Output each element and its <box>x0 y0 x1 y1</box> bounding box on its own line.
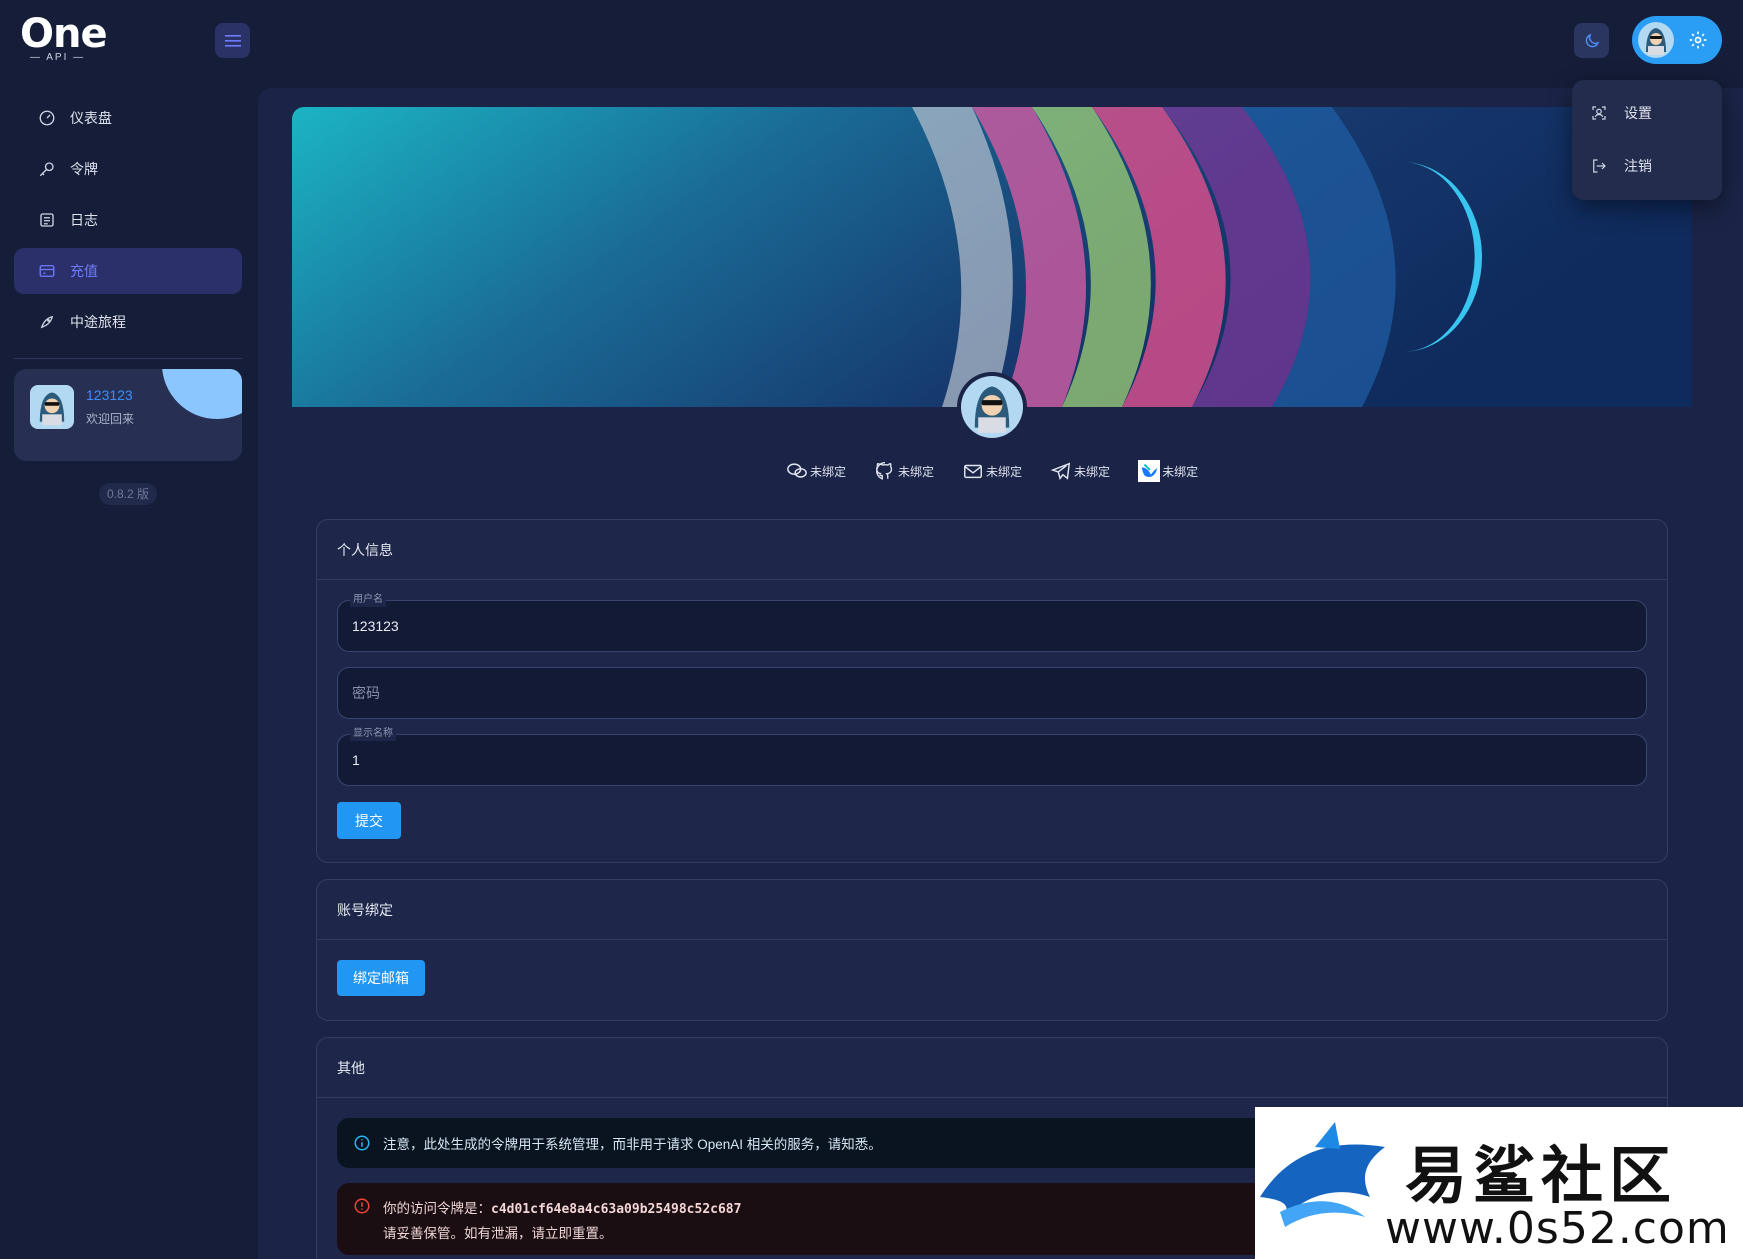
shark-logo <box>1260 1122 1385 1227</box>
watermark-name: 易鲨社区 <box>1405 1139 1678 1212</box>
account-binding-card: 账号绑定 绑定邮箱 <box>316 879 1668 1021</box>
binding-label: 未绑定 <box>1074 464 1111 479</box>
profile-menu-button[interactable] <box>1632 16 1722 64</box>
binding-label: 未绑定 <box>986 464 1023 479</box>
bind-email-button[interactable]: 绑定邮箱 <box>337 960 425 996</box>
hamburger-icon <box>224 34 241 47</box>
card-title: 其他 <box>317 1038 1667 1098</box>
log-icon <box>40 213 54 227</box>
email-binding[interactable]: 未绑定 <box>962 459 1022 483</box>
telegram-binding[interactable]: 未绑定 <box>1050 459 1110 483</box>
watermark: 易鲨社区 www.0s52.com <box>1255 1107 1743 1259</box>
user-card[interactable]: 123123 欢迎回来 <box>14 369 242 461</box>
watermark-url: www.0s52.com <box>1385 1203 1730 1254</box>
access-token[interactable]: c4d01cf64e8a4c63a09b25498c52c687 <box>491 1202 741 1217</box>
sidebar-item-label: 令牌 <box>70 161 98 177</box>
wechat-binding[interactable]: 未绑定 <box>786 459 846 483</box>
user-settings-icon <box>1592 106 1606 120</box>
error-icon <box>354 1198 370 1214</box>
username-field[interactable]: 用户名 <box>337 593 1647 652</box>
token-prefix: 你的访问令牌是： <box>383 1201 491 1216</box>
rocket-icon <box>40 315 54 329</box>
password-input[interactable] <box>338 668 1646 718</box>
profile-banner <box>292 107 1692 407</box>
menu-item-settings[interactable]: 设置 <box>1590 103 1652 123</box>
sidebar-item-label: 日志 <box>70 212 98 228</box>
app-logo[interactable]: One — API — <box>20 14 110 66</box>
moon-icon <box>1585 33 1599 47</box>
telegram-icon <box>1050 462 1071 480</box>
sidebar-divider <box>14 358 242 359</box>
sidebar-item-midjourney[interactable]: 中途旅程 <box>14 299 242 345</box>
binding-label: 未绑定 <box>1162 464 1199 479</box>
display-name-field[interactable]: 显示名称 <box>337 727 1647 786</box>
logo-text: One <box>20 11 108 57</box>
credit-card-icon <box>39 265 55 277</box>
gear-icon <box>1689 31 1707 49</box>
user-name: 123123 <box>86 387 133 403</box>
profile-avatar <box>957 372 1027 442</box>
info-text: 注意，此处生成的令牌用于系统管理，而非用于请求 OpenAI 相关的服务，请知悉… <box>383 1137 882 1152</box>
profile-dropdown: 设置 注销 <box>1572 80 1722 200</box>
menu-item-label: 注销 <box>1624 158 1652 174</box>
wechat-icon <box>787 463 807 478</box>
sidebar: 仪表盘 令牌 日志 充值 中途旅程 123123 欢迎回来 0.8.2 版 <box>0 88 258 1259</box>
dashboard-icon <box>39 110 55 126</box>
username-label: 用户名 <box>350 593 386 607</box>
github-binding[interactable]: 未绑定 <box>874 459 934 483</box>
logout-icon <box>1593 159 1606 173</box>
menu-toggle-button[interactable] <box>215 23 250 58</box>
menu-item-label: 设置 <box>1624 105 1652 121</box>
display-name-label: 显示名称 <box>350 727 396 741</box>
sidebar-item-label: 中途旅程 <box>70 314 126 330</box>
lark-icon <box>1138 460 1161 482</box>
menu-item-logout[interactable]: 注销 <box>1590 156 1652 176</box>
binding-status-row: 未绑定 未绑定 未绑定 未绑定 未绑定 <box>786 459 1198 483</box>
card-title: 账号绑定 <box>317 880 1667 940</box>
sidebar-item-label: 仪表盘 <box>70 110 112 126</box>
password-field[interactable] <box>337 667 1647 719</box>
version-badge: 0.8.2 版 <box>99 483 157 505</box>
display-name-input[interactable] <box>338 735 1646 785</box>
username-input[interactable] <box>338 601 1646 651</box>
sidebar-item-label: 充值 <box>70 263 98 279</box>
token-warning: 请妥善保管。如有泄漏，请立即重置。 <box>383 1226 613 1241</box>
binding-label: 未绑定 <box>898 464 935 479</box>
welcome-text: 欢迎回来 <box>86 412 135 426</box>
top-bar: One — API — <box>0 0 1743 88</box>
lark-binding[interactable]: 未绑定 <box>1138 459 1198 483</box>
personal-info-card: 个人信息 用户名 显示名称 提交 <box>316 519 1668 863</box>
sidebar-item-logs[interactable]: 日志 <box>14 197 242 243</box>
submit-button[interactable]: 提交 <box>337 802 401 839</box>
info-icon <box>354 1135 370 1151</box>
theme-toggle-button[interactable] <box>1574 23 1609 58</box>
avatar <box>30 385 74 429</box>
github-icon <box>876 462 893 480</box>
avatar <box>1638 22 1674 58</box>
sidebar-item-tokens[interactable]: 令牌 <box>14 146 242 192</box>
card-title: 个人信息 <box>317 520 1667 580</box>
decorative-circle <box>162 369 242 419</box>
key-icon <box>39 162 54 177</box>
mail-icon <box>964 464 983 479</box>
binding-label: 未绑定 <box>810 464 847 479</box>
sidebar-item-dashboard[interactable]: 仪表盘 <box>14 95 242 141</box>
sidebar-item-topup[interactable]: 充值 <box>14 248 242 294</box>
